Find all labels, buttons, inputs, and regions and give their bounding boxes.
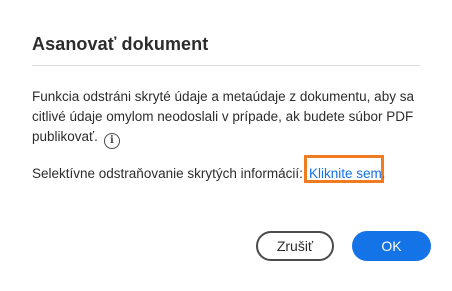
ok-button[interactable]: OK (352, 231, 431, 261)
dialog-title: Asanovať dokument (32, 34, 209, 54)
dialog-description: Funkcia odstráni skryté údaje a metaúdaj… (32, 87, 424, 149)
description-text: Funkcia odstráni skryté údaje a metaúdaj… (32, 89, 414, 144)
selective-removal-text: Selektívne odstraňovanie skrytých inform… (32, 166, 303, 181)
sanitize-dialog: Asanovať dokument Funkcia odstráni skryt… (0, 0, 452, 291)
info-icon[interactable]: i (103, 133, 120, 149)
title-divider (32, 65, 420, 66)
cancel-button[interactable]: Zrušiť (256, 231, 334, 261)
click-here-link[interactable]: Kliknite sem. (309, 164, 386, 184)
